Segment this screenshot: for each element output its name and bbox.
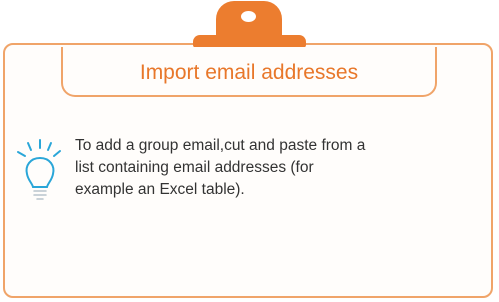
card-title: Import email addresses xyxy=(139,61,359,84)
tip-text: To add a group email,cut and paste from … xyxy=(75,137,366,198)
lightbulb-icon xyxy=(17,139,61,200)
clipboard-clip-hole xyxy=(241,11,256,22)
